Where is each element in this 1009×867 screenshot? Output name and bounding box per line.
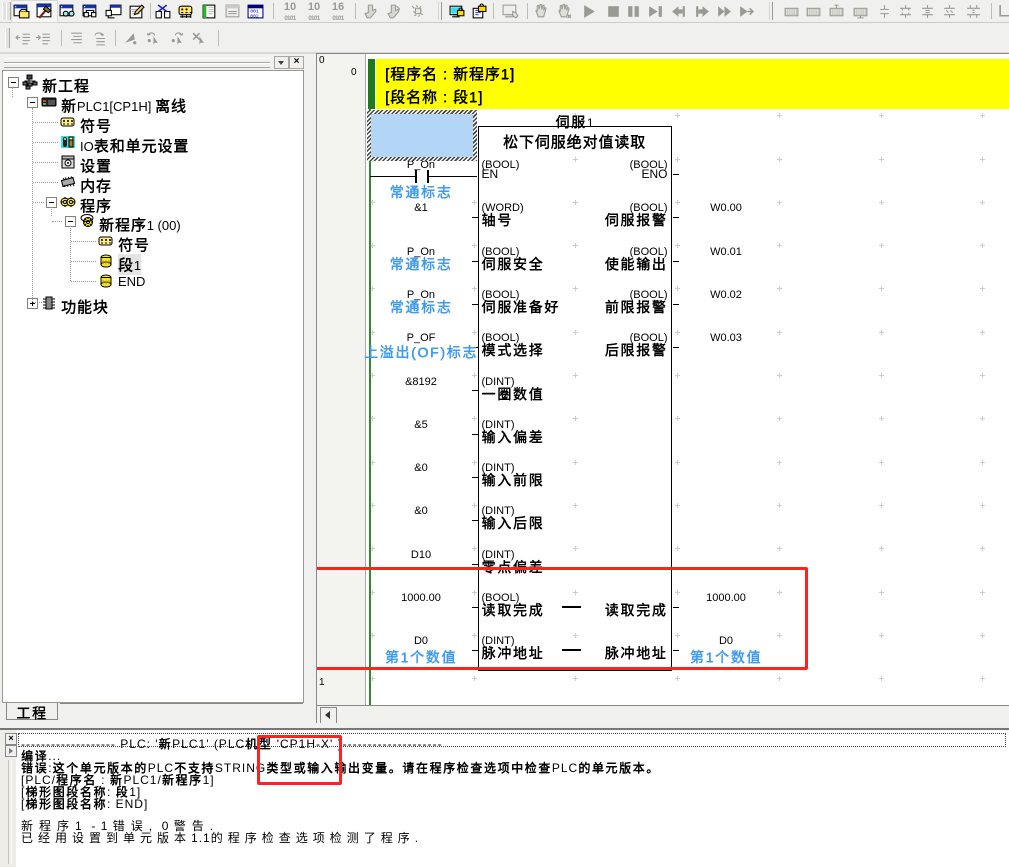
svg-text:002: 002 bbox=[250, 13, 259, 19]
